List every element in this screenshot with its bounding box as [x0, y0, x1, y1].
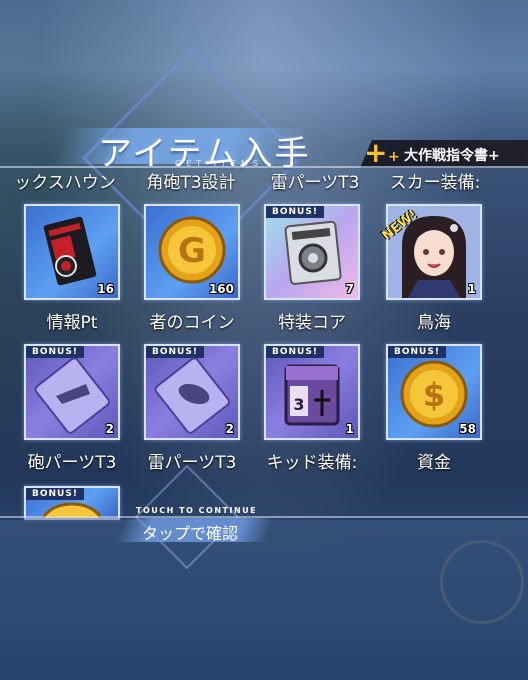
special-core-icon — [284, 220, 342, 285]
item-frame: BONUS! 2 — [144, 344, 240, 440]
item-quantity: 2 — [105, 422, 114, 436]
svg-text:$: $ — [423, 376, 445, 414]
bonus-tag: BONUS! — [266, 206, 324, 218]
item-frame: 16 — [24, 204, 120, 300]
item-frame: G 160 — [144, 204, 240, 300]
item-quantity: 58 — [459, 422, 476, 436]
bonus-tag: BONUS! — [146, 346, 204, 358]
item-frame: BONUS! $ 58 — [386, 344, 482, 440]
item-label: 情報Pt — [46, 313, 98, 333]
top-row-label: 角砲T3設計 — [146, 173, 236, 193]
item-frame: BONUS! 3 1 — [264, 344, 360, 440]
top-row-label: スカー装備: — [389, 173, 481, 193]
item-label: 者のコイン — [149, 313, 235, 333]
bonus-tag: BONUS! — [26, 488, 84, 500]
bottom-overlay — [0, 518, 528, 680]
item-frame: BONUS! 2 — [24, 344, 120, 440]
item-quantity: 16 — [97, 282, 114, 296]
svg-text:3: 3 — [293, 395, 304, 414]
plus-icon: + — [364, 136, 388, 169]
item-frame: BONUS! — [24, 486, 120, 520]
item-label: 砲パーツT3 — [27, 453, 117, 473]
item-quantity: 2 — [225, 422, 234, 436]
tap-to-confirm-button[interactable]: タップで確認 — [142, 520, 238, 544]
gun-parts-icon — [34, 357, 110, 434]
item-label: 鳥海 — [417, 313, 451, 333]
bonus-tag: BONUS! — [266, 346, 324, 358]
bonus-banner-text: 大作戦指令書+ — [404, 148, 500, 164]
tech-box-icon: 3 — [284, 364, 340, 426]
item-quantity: 7 — [345, 282, 354, 296]
svg-text:G: G — [178, 231, 206, 271]
item-label: 資金 — [417, 453, 451, 473]
top-row-label: ックスハウン — [14, 173, 116, 193]
small-plus-icon: + — [388, 149, 400, 165]
item-frame: BONUS! 7 — [264, 204, 360, 300]
bonus-tag: BONUS! — [388, 346, 446, 358]
item-quantity: 160 — [208, 282, 234, 296]
item-quantity: 1 — [345, 422, 354, 436]
item-label: キッド装備: — [266, 453, 358, 473]
item-label: 特装コア — [278, 313, 346, 333]
item-quantity: 1 — [467, 282, 476, 296]
torpedo-parts-icon — [154, 357, 230, 434]
touch-to-continue-text[interactable]: TOUCH TO CONTINUE — [136, 506, 257, 515]
bonus-tag: BONUS! — [26, 346, 84, 358]
top-row-label: 雷パーツT3 — [270, 173, 360, 193]
